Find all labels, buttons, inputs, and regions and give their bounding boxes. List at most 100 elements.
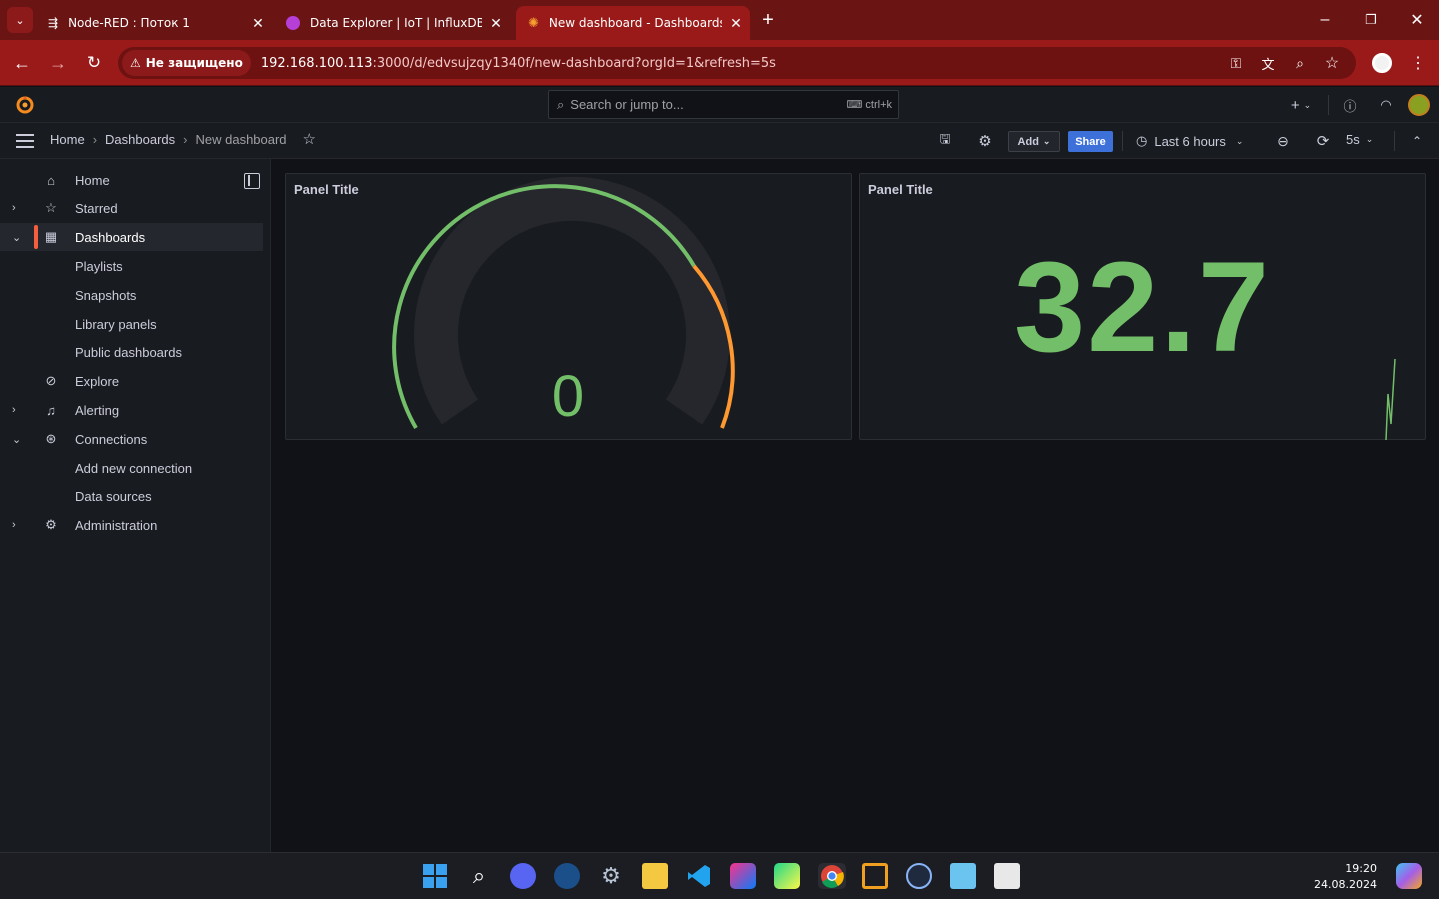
chevron-down-icon[interactable]: ⌄: [12, 433, 24, 446]
reload-icon[interactable]: ↻: [82, 51, 106, 75]
sidebar-item-label: Administration: [75, 517, 158, 533]
breadcrumb-dashboards[interactable]: Dashboards: [105, 132, 175, 147]
news-rss-icon[interactable]: ◠: [1374, 93, 1398, 117]
snipping-tool-icon[interactable]: [994, 863, 1020, 889]
chevron-down-icon[interactable]: ⌄: [12, 231, 24, 244]
share-button[interactable]: Share: [1068, 131, 1113, 152]
sidebar-item-playlists[interactable]: Playlists: [0, 252, 263, 280]
search-shortcut: ⌨ ctrl+k: [846, 99, 892, 111]
close-tab-icon[interactable]: ✕: [482, 15, 510, 32]
sidebar-item-public-dashboards[interactable]: Public dashboards: [0, 338, 263, 366]
gauge-panel[interactable]: Panel Title 0: [285, 173, 852, 440]
apps-icon: ▦: [44, 229, 58, 244]
steam-icon[interactable]: [554, 863, 580, 889]
sidebar-item-data-sources[interactable]: Data sources: [0, 482, 263, 510]
dashboard-settings-gear-icon[interactable]: ⚙: [974, 130, 996, 152]
tab-title: New dashboard - Dashboards - G: [548, 16, 722, 30]
zoom-out-icon[interactable]: ⊖: [1272, 130, 1294, 152]
settings-gear-icon[interactable]: ⚙: [598, 863, 624, 889]
refresh-icon[interactable]: ⟳: [1312, 130, 1334, 152]
clock-icon: ◷: [1136, 133, 1148, 148]
sidebar-item-snapshots[interactable]: Snapshots: [0, 281, 263, 309]
sidebar-item-connections[interactable]: ⌄ ⊛ Connections: [0, 425, 263, 453]
refresh-interval-picker[interactable]: 5s ⌄: [1346, 132, 1373, 147]
os-taskbar: ⌕ ⚙ 19:20 24.08.2024: [0, 852, 1439, 899]
sidebar-item-library-panels[interactable]: Library panels: [0, 310, 263, 338]
clock-date: 24.08.2024: [1314, 878, 1377, 891]
sidebar-item-starred[interactable]: › ☆ Starred: [0, 194, 263, 222]
panel-title[interactable]: Panel Title: [868, 182, 933, 197]
chrome-icon[interactable]: [818, 863, 846, 889]
search-icon[interactable]: ⌕: [466, 863, 492, 889]
dashboard-toolbar: Home › Dashboards › New dashboard ☆ 🖫 ⚙ …: [0, 123, 1439, 159]
new-tab-icon[interactable]: +: [756, 8, 780, 32]
chevron-right-icon[interactable]: ›: [12, 202, 24, 214]
menu-hamburger-icon[interactable]: [16, 134, 34, 148]
sidebar-item-add-new-connection[interactable]: Add new connection: [0, 454, 263, 482]
save-dashboard-icon[interactable]: 🖫: [934, 130, 956, 152]
divider: [1328, 95, 1329, 115]
sidebar-item-home[interactable]: ⌂ Home: [0, 166, 263, 194]
minimize-icon[interactable]: –: [1310, 8, 1340, 32]
sidebar-item-alerting[interactable]: › ♫ Alerting: [0, 396, 263, 424]
mark-favorite-star-icon[interactable]: ☆: [303, 132, 316, 147]
add-button[interactable]: Add ⌄: [1008, 131, 1060, 152]
copilot-icon[interactable]: [1396, 863, 1422, 889]
virtualbox-icon[interactable]: [862, 863, 888, 889]
tab-influxdb[interactable]: Data Explorer | IoT | InfluxDB ✕: [274, 6, 510, 40]
breadcrumb-home[interactable]: Home: [50, 132, 85, 147]
gauge-chart: 0: [392, 176, 735, 430]
close-tab-icon[interactable]: ✕: [722, 15, 750, 32]
profile-avatar[interactable]: [1372, 53, 1392, 73]
url-path: :3000/d/edvsujzqy1340f/new-dashboard?org…: [372, 55, 776, 71]
collapse-chevron-up-icon[interactable]: ⌃: [1406, 130, 1428, 152]
address-bar-row: ← → ↻ ⚠ Не защищено 192.168.100.113:3000…: [0, 40, 1439, 86]
search-icon: ⌕: [557, 96, 565, 112]
tab-node-red[interactable]: ⇶ Node-RED : Поток 1 ✕: [36, 6, 272, 40]
help-icon[interactable]: ⓘ: [1338, 93, 1362, 117]
url-field[interactable]: ⚠ Не защищено 192.168.100.113:3000/d/edv…: [118, 47, 1356, 79]
sidebar-item-explore[interactable]: ⊘ Explore: [0, 367, 263, 395]
windows-start-icon[interactable]: [422, 863, 448, 889]
back-icon[interactable]: ←: [10, 51, 34, 75]
pycharm-icon[interactable]: [774, 863, 800, 889]
clock-time: 19:20: [1345, 862, 1377, 875]
forward-icon[interactable]: →: [46, 51, 70, 75]
user-avatar[interactable]: [1408, 94, 1430, 116]
browser-menu-icon[interactable]: ⋮: [1408, 52, 1428, 74]
system-clock[interactable]: 19:20 24.08.2024: [1314, 861, 1377, 893]
bookmark-star-icon[interactable]: ☆: [1320, 52, 1344, 74]
translate-icon[interactable]: 文: [1256, 52, 1280, 74]
chevron-right-icon[interactable]: ›: [12, 404, 24, 416]
grafana-logo-icon[interactable]: [14, 94, 36, 116]
breadcrumb-separator: ›: [183, 132, 188, 147]
search-placeholder: Search or jump to...: [570, 97, 684, 112]
close-tab-icon[interactable]: ✕: [244, 15, 272, 32]
sidebar-item-administration[interactable]: › ⚙ Administration: [0, 511, 263, 539]
sidebar-item-dashboards[interactable]: ⌄ ▦ Dashboards: [0, 223, 263, 251]
breadcrumb-separator: ›: [92, 132, 98, 147]
file-explorer-icon[interactable]: [642, 863, 668, 889]
close-window-icon[interactable]: ✕: [1402, 8, 1432, 32]
chevron-down-icon: ⌄: [1235, 135, 1244, 146]
notepad-icon[interactable]: [950, 863, 976, 889]
stat-panel[interactable]: Panel Title 32.7: [859, 173, 1426, 440]
zoom-icon[interactable]: ⌕: [1288, 52, 1312, 74]
chevron-right-icon[interactable]: ›: [12, 519, 24, 531]
intellij-icon[interactable]: [730, 863, 756, 889]
search-input[interactable]: ⌕ Search or jump to... ⌨ ctrl+k: [548, 90, 899, 119]
security-badge[interactable]: ⚠ Не защищено: [122, 50, 251, 76]
tab-search-chevron-icon[interactable]: ⌄: [7, 7, 33, 33]
new-plus-icon[interactable]: + ⌄: [1284, 93, 1318, 117]
sidebar-item-label: Playlists: [75, 258, 123, 274]
discord-icon[interactable]: [510, 863, 536, 889]
grafana-icon: ✺: [528, 15, 539, 30]
app-icon[interactable]: [906, 863, 932, 889]
restore-icon[interactable]: ❐: [1356, 8, 1386, 32]
time-range-picker[interactable]: ◷ Last 6 hours ⌄: [1136, 132, 1243, 150]
node-red-icon: ⇶: [48, 16, 59, 30]
vscode-icon[interactable]: [686, 863, 712, 889]
tab-grafana[interactable]: ✺ New dashboard - Dashboards - G ✕: [516, 6, 750, 40]
browser-tab-bar: ⌄ ⇶ Node-RED : Поток 1 ✕ Data Explorer |…: [0, 0, 1439, 40]
password-key-icon[interactable]: ⚿: [1224, 52, 1248, 74]
